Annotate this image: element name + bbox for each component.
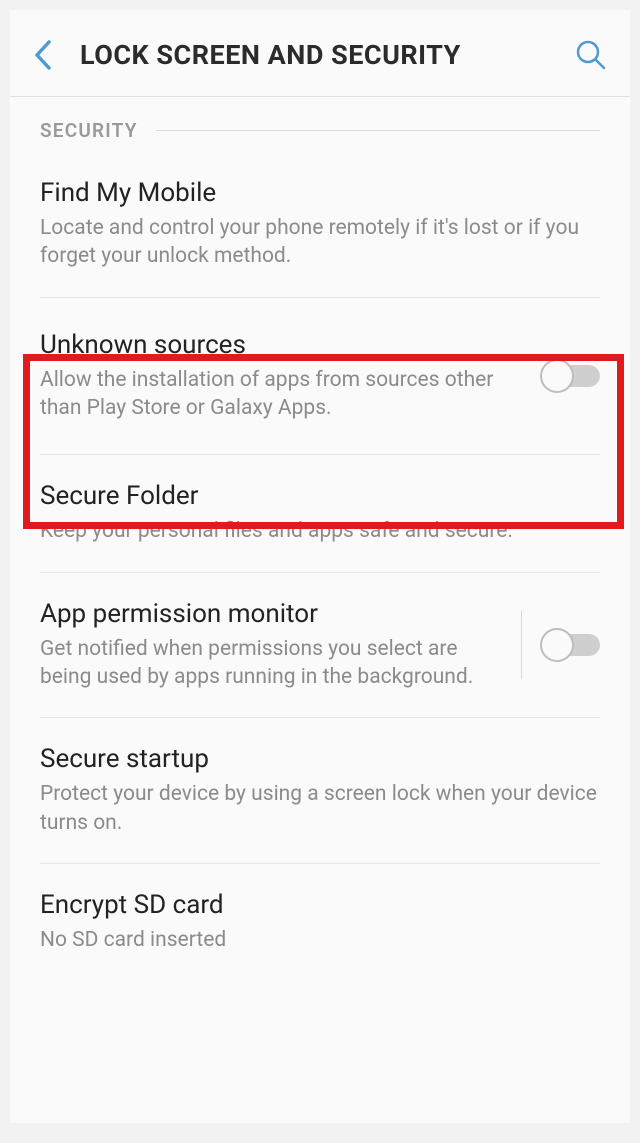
page-title: LOCK SCREEN AND SECURITY [80, 39, 574, 71]
section-label: SECURITY [40, 119, 138, 142]
item-desc: Locate and control your phone remotely i… [40, 214, 600, 271]
toggle-app-permission-monitor[interactable] [540, 628, 600, 662]
toggle-unknown-sources[interactable] [540, 359, 600, 393]
section-line [156, 130, 600, 131]
item-app-permission-monitor[interactable]: App permission monitor Get notified when… [10, 573, 630, 718]
item-title: Secure Folder [40, 481, 600, 511]
item-encrypt-sd-card[interactable]: Encrypt SD card No SD card inserted [10, 864, 630, 964]
vertical-separator [521, 611, 522, 679]
section-header-security: SECURITY [10, 97, 630, 152]
item-find-my-mobile[interactable]: Find My Mobile Locate and control your p… [10, 152, 630, 297]
item-unknown-sources[interactable]: Unknown sources Allow the installation o… [10, 298, 630, 455]
item-title: Encrypt SD card [40, 890, 600, 920]
item-desc: Allow the installation of apps from sour… [40, 366, 520, 423]
item-title: Unknown sources [40, 330, 520, 360]
item-desc: Protect your device by using a screen lo… [40, 780, 600, 837]
back-icon[interactable] [32, 38, 54, 72]
item-title: Find My Mobile [40, 178, 600, 208]
item-title: Secure startup [40, 744, 600, 774]
item-desc: Get notified when permissions you select… [40, 635, 493, 692]
toggle-knob [540, 359, 574, 393]
toggle-knob [540, 628, 574, 662]
app-header: LOCK SCREEN AND SECURITY [10, 10, 630, 96]
item-secure-folder[interactable]: Secure Folder Keep your personal files a… [10, 455, 630, 571]
search-icon[interactable] [574, 38, 608, 72]
item-desc: No SD card inserted [40, 926, 600, 954]
item-desc: Keep your personal files and apps safe a… [40, 517, 600, 545]
item-secure-startup[interactable]: Secure startup Protect your device by us… [10, 718, 630, 863]
item-title: App permission monitor [40, 599, 493, 629]
